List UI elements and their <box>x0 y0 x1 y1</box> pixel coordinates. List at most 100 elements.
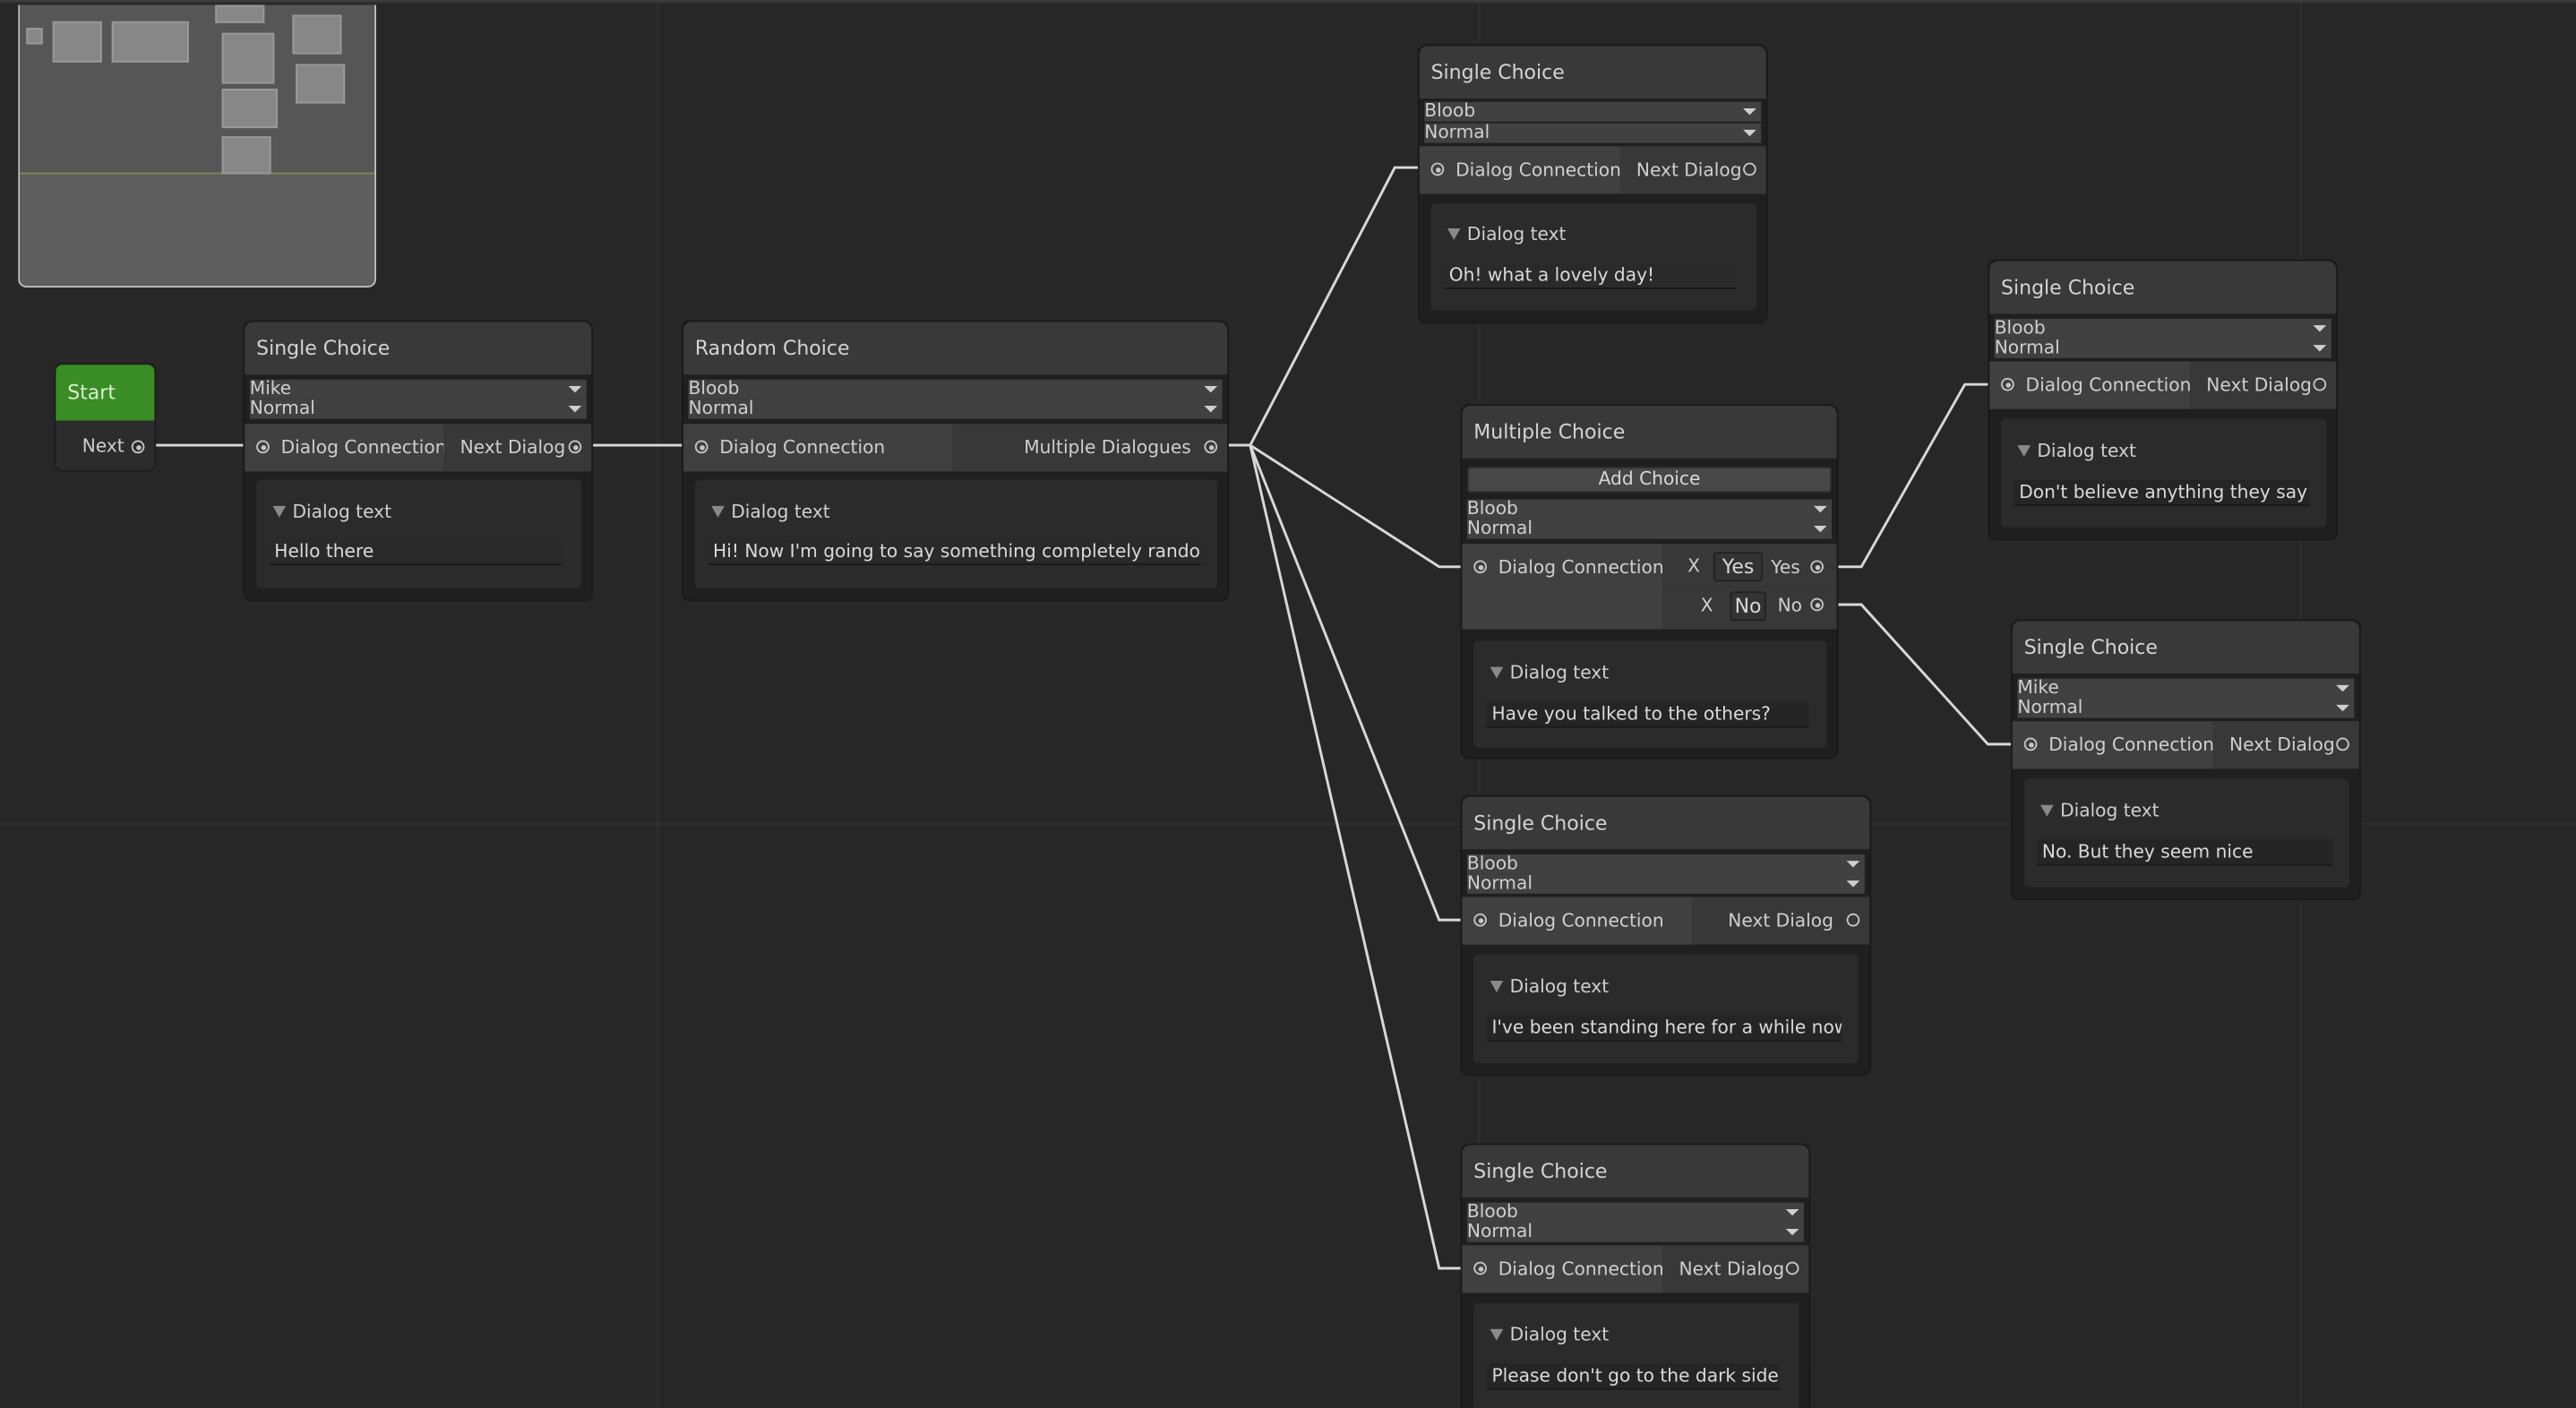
dialog-text-field[interactable]: Please don't go to the dark side <box>1486 1363 1780 1390</box>
remove-choice-button[interactable]: X <box>1679 552 1709 580</box>
dialog-text-foldout[interactable]: Dialog text <box>1447 223 1566 245</box>
node-title-bar[interactable]: Single Choice <box>1419 46 1766 99</box>
input-port[interactable]: Dialog Connection <box>1462 544 1664 630</box>
start-node-header[interactable]: Start <box>56 365 155 421</box>
input-port-icon[interactable] <box>256 440 270 454</box>
input-port[interactable]: Dialog Connection <box>2012 721 2214 769</box>
mood-dropdown[interactable]: Normal <box>1466 873 1865 894</box>
mood-dropdown[interactable]: Normal <box>1466 519 1833 539</box>
wire-n4-n8 <box>1826 603 2022 746</box>
output-port-icon[interactable] <box>568 440 582 454</box>
foldout-arrow-icon <box>1447 228 1461 240</box>
dialog-text-field[interactable]: I've been standing here for a while now. <box>1486 1015 1842 1042</box>
foldout-label: Dialog text <box>2037 440 2136 462</box>
output-port[interactable]: Next Dialog <box>1692 897 1870 945</box>
dialog-text-field[interactable]: Hi! Now I'm going to say something compl… <box>708 538 1201 565</box>
next-port-icon[interactable] <box>131 440 145 454</box>
mood-dropdown[interactable]: Normal <box>2017 698 2355 718</box>
dialog-text-field[interactable]: Oh! what a lovely day! <box>1444 262 1737 289</box>
input-port-icon[interactable] <box>1473 1261 1487 1275</box>
input-port-icon[interactable] <box>2023 737 2038 751</box>
speaker-dropdown[interactable]: Bloob <box>1424 101 1762 122</box>
speaker-dropdown[interactable]: Bloob <box>1994 318 2331 339</box>
input-port-icon[interactable] <box>1473 560 1487 574</box>
mood-dropdown[interactable]: Normal <box>688 399 1223 419</box>
input-port[interactable]: Dialog Connection <box>1419 146 1621 194</box>
dialog-text-field[interactable]: Hello there <box>269 538 562 565</box>
output-port-icon[interactable] <box>1846 913 1860 927</box>
node-title-bar[interactable]: Random Choice <box>683 322 1228 375</box>
output-port-icon[interactable] <box>1204 440 1218 454</box>
remove-choice-button[interactable]: X <box>1692 591 1722 619</box>
node-title-bar[interactable]: Multiple Choice <box>1462 406 1837 459</box>
output-port[interactable]: Next Dialog <box>1619 146 1766 194</box>
dialog-text-foldout[interactable]: Dialog text <box>1490 976 1609 997</box>
output-port-icon[interactable] <box>2336 737 2349 751</box>
mood-dropdown[interactable]: Normal <box>1424 123 1762 143</box>
speaker-dropdown[interactable]: Bloob <box>688 379 1223 399</box>
speaker-dropdown[interactable]: Mike <box>2017 678 2355 699</box>
choice-port-icon[interactable] <box>1810 560 1824 574</box>
dialog-node-dont-believe[interactable]: Single Choice Bloob Normal Dialog Connec… <box>1988 259 2339 541</box>
speaker-value: Bloob <box>1466 497 1518 519</box>
output-port-icon[interactable] <box>1785 1261 1799 1275</box>
dialog-text-foldout[interactable]: Dialog text <box>2017 440 2136 462</box>
node-title-bar[interactable]: Single Choice <box>1989 261 2337 314</box>
node-title-bar[interactable]: Single Choice <box>1462 796 1870 850</box>
input-port-icon[interactable] <box>1430 162 1445 176</box>
dialog-text-field[interactable]: Have you talked to the others? <box>1486 701 1809 728</box>
input-port[interactable]: Dialog Connection <box>1989 361 2191 409</box>
choice-text-field[interactable]: Yes <box>1713 552 1764 582</box>
multiple-choice-node[interactable]: Multiple Choice Add Choice Bloob Normal … <box>1460 404 1839 760</box>
output-port-icon[interactable] <box>1743 162 1756 176</box>
dialog-node-hello[interactable]: Single Choice Mike Normal Dialog Connect… <box>243 320 594 602</box>
dialog-text-foldout[interactable]: Dialog text <box>2040 800 2160 821</box>
dialog-text-foldout[interactable]: Dialog text <box>1490 662 1609 683</box>
input-port-icon[interactable] <box>2001 377 2014 391</box>
node-title-bar[interactable]: Single Choice <box>1462 1145 1809 1198</box>
dialog-text-field[interactable]: Don't believe anything they say! <box>2014 479 2310 506</box>
output-port[interactable]: Multiple Dialogues <box>952 424 1228 472</box>
node-title: Random Choice <box>694 337 850 360</box>
output-port[interactable]: Next Dialog <box>1662 1245 1809 1293</box>
dialog-text-foldout[interactable]: Dialog text <box>272 501 391 522</box>
input-port[interactable]: Dialog Connection <box>245 424 446 472</box>
mood-dropdown[interactable]: Normal <box>1994 338 2331 358</box>
mood-dropdown[interactable]: Normal <box>249 399 587 419</box>
minimap[interactable] <box>18 4 377 288</box>
speaker-dropdown[interactable]: Bloob <box>1466 854 1865 874</box>
mood-dropdown[interactable]: Normal <box>1466 1222 1804 1242</box>
dialog-text-field[interactable]: No. But they seem nice <box>2037 839 2333 866</box>
output-port[interactable]: Next Dialog <box>443 424 592 472</box>
random-choice-node[interactable]: Random Choice Bloob Normal Dialog Connec… <box>682 320 1229 602</box>
add-choice-button[interactable]: Add Choice <box>1466 466 1833 494</box>
dialog-node-standing[interactable]: Single Choice Bloob Normal Dialog Connec… <box>1460 794 1872 1077</box>
dialog-node-they-seem-nice[interactable]: Single Choice Mike Normal Dialog Connect… <box>2011 619 2361 901</box>
speaker-dropdown[interactable]: Mike <box>249 379 587 399</box>
input-port[interactable]: Dialog Connection <box>1462 897 1693 945</box>
node-title-bar[interactable]: Single Choice <box>2012 621 2359 674</box>
dialog-text-foldout[interactable]: Dialog text <box>1490 1324 1609 1345</box>
dialog-text-foldout[interactable]: Dialog text <box>711 501 830 522</box>
choice-port-icon[interactable] <box>1810 597 1824 612</box>
input-port-icon[interactable] <box>694 440 708 454</box>
input-port[interactable]: Dialog Connection <box>1462 1245 1664 1293</box>
start-node[interactable]: Start Next <box>54 363 157 472</box>
dialog-node-lovely-day[interactable]: Single Choice Bloob Normal Dialog Connec… <box>1417 44 1768 324</box>
chevron-down-icon <box>568 386 582 393</box>
wire-n2-n3 <box>1215 166 1428 447</box>
chevron-down-icon <box>568 406 582 413</box>
speaker-dropdown[interactable]: Bloob <box>1466 497 1833 519</box>
next-port-label: Next <box>82 435 125 457</box>
graph-canvas[interactable]: Start Next Single Choice Mike Normal Dia… <box>0 0 2576 1408</box>
choice-text-field[interactable]: No <box>1730 591 1766 622</box>
dialog-node-dark-side[interactable]: Single Choice Bloob Normal Dialog Connec… <box>1460 1143 1811 1408</box>
input-port[interactable]: Dialog Connection <box>683 424 953 472</box>
output-port[interactable]: Next Dialog <box>2189 361 2337 409</box>
output-port[interactable]: Next Dialog <box>2212 721 2359 769</box>
input-port-icon[interactable] <box>1473 913 1487 927</box>
output-port-icon[interactable] <box>2313 377 2327 391</box>
output-port-label: Multiple Dialogues <box>1024 436 1191 459</box>
speaker-dropdown[interactable]: Bloob <box>1466 1202 1804 1223</box>
node-title-bar[interactable]: Single Choice <box>245 322 592 375</box>
